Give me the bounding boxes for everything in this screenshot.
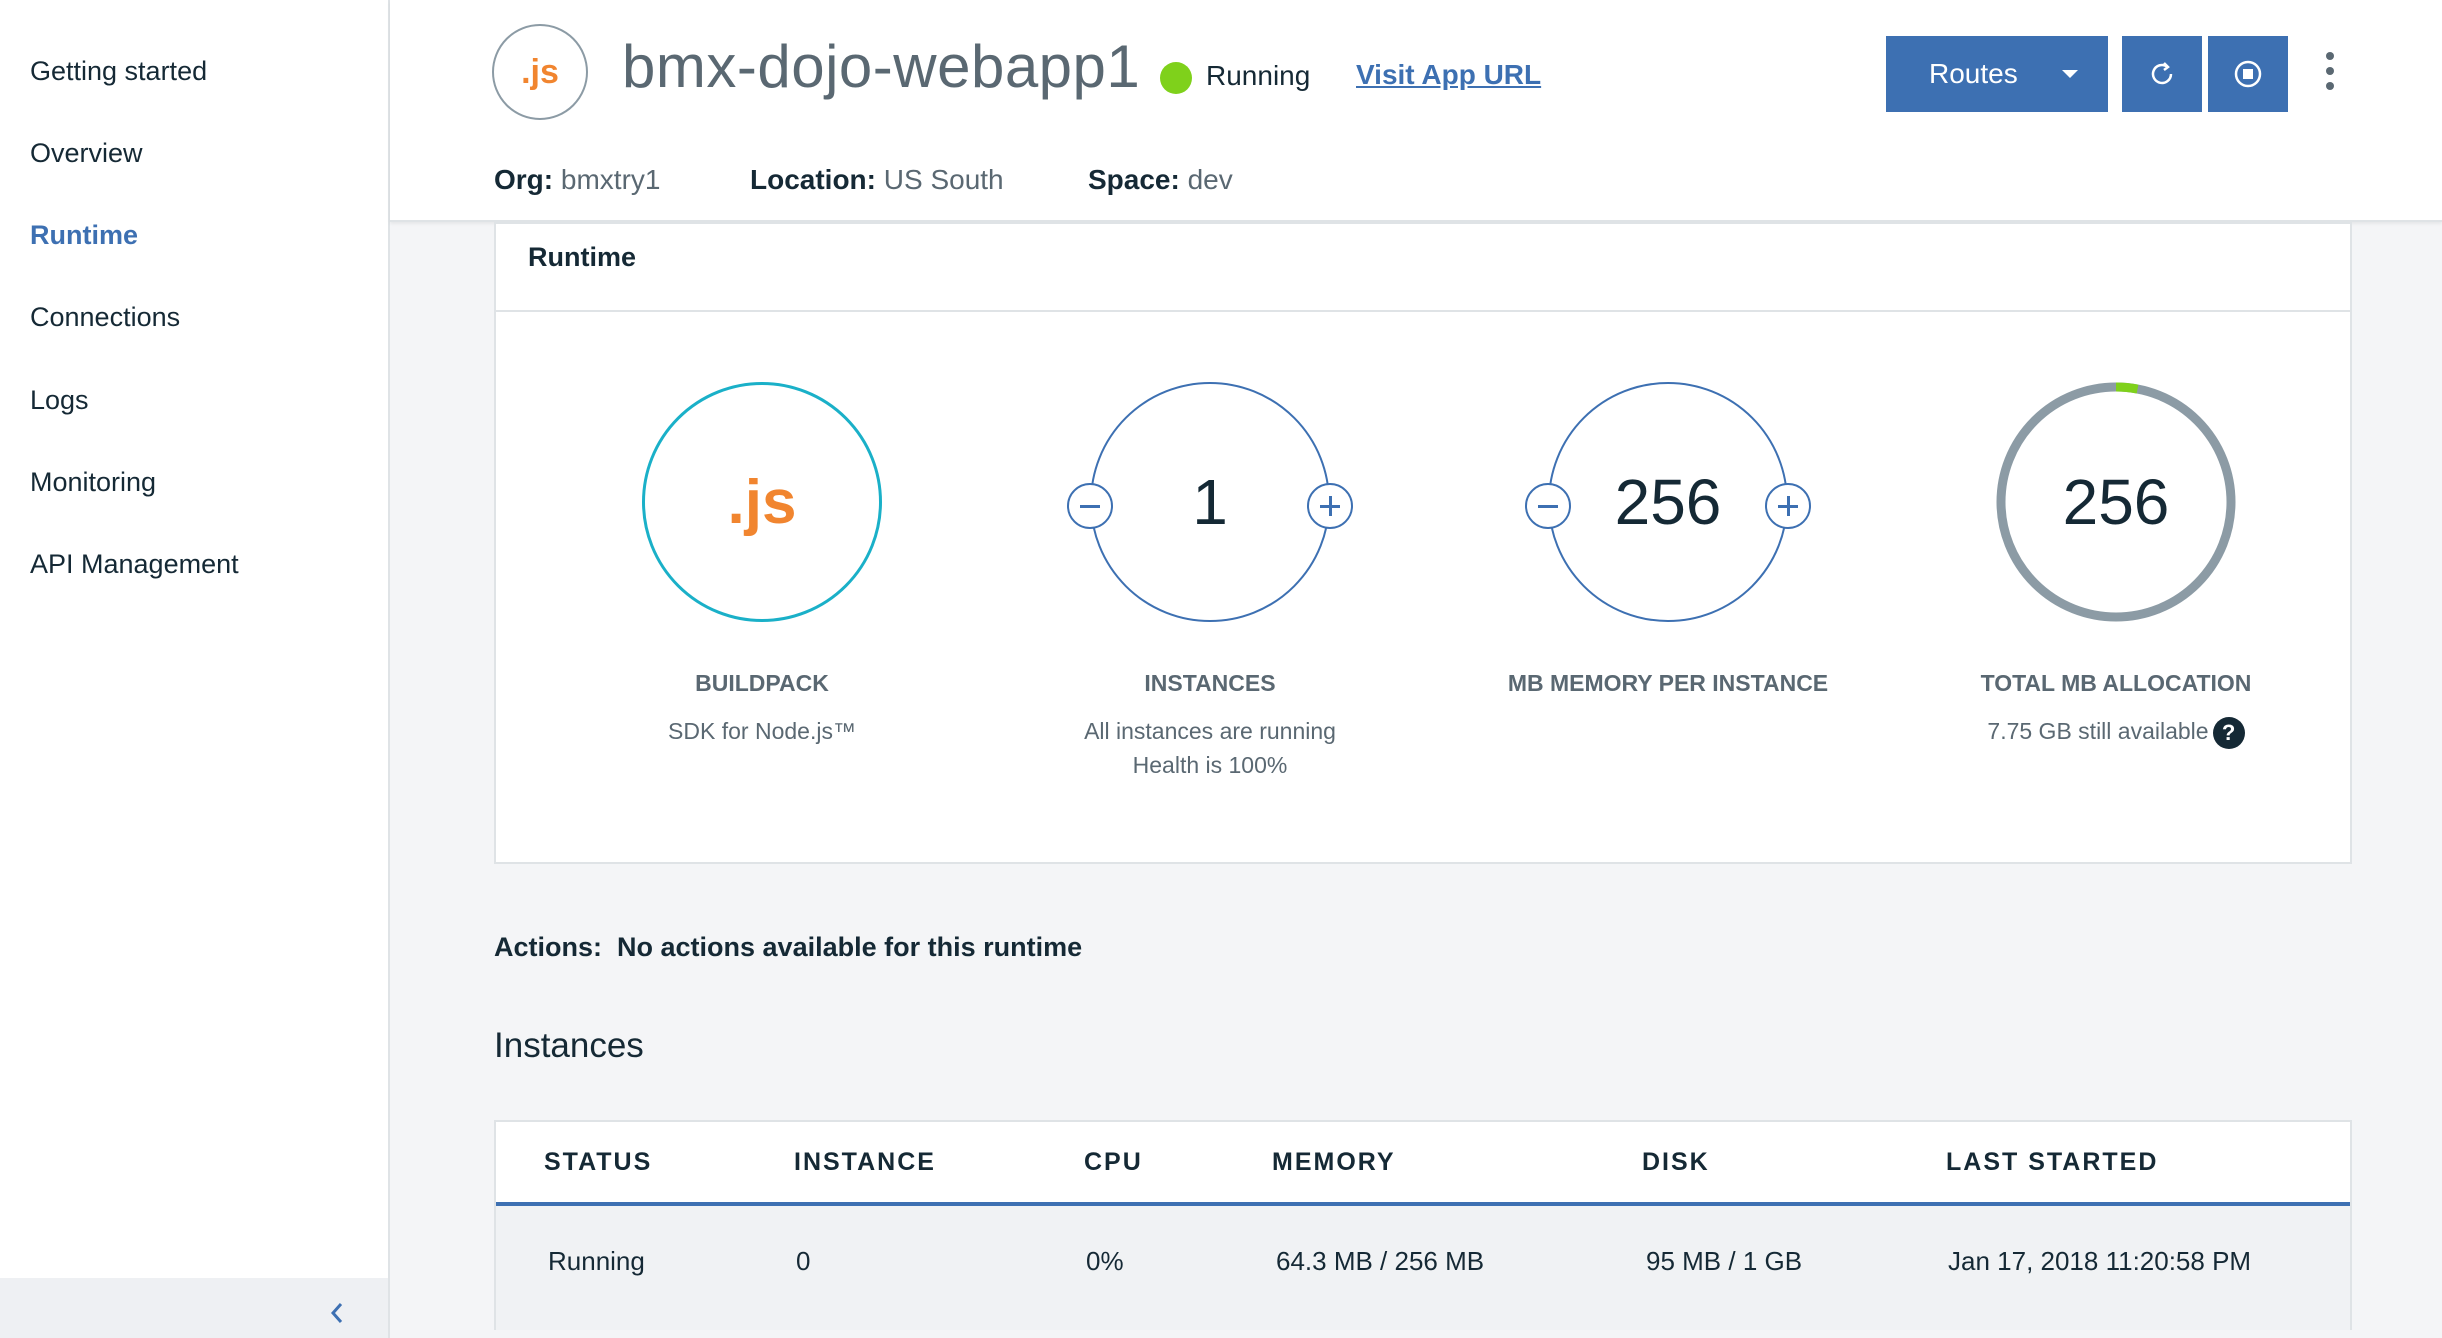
sidebar-item-runtime[interactable]: Runtime bbox=[30, 220, 138, 251]
status-indicator-icon bbox=[1160, 62, 1192, 94]
sidebar-item-monitoring[interactable]: Monitoring bbox=[30, 467, 156, 498]
location-info: Location: US South bbox=[750, 164, 1004, 196]
help-icon[interactable]: ? bbox=[2212, 716, 2245, 749]
overflow-menu-icon[interactable] bbox=[2318, 52, 2342, 102]
restart-icon bbox=[2151, 62, 2173, 85]
instances-health-text: Health is 100% bbox=[1132, 752, 1288, 778]
increase-memory-button[interactable] bbox=[1765, 483, 1811, 529]
sidebar-item-api-management[interactable]: API Management bbox=[30, 549, 239, 580]
space-label: Space: bbox=[1088, 164, 1180, 195]
memory-ring: 256 bbox=[1548, 382, 1788, 622]
instances-status: All instances are running Health is 100% bbox=[970, 714, 1450, 782]
actions-line: Actions: No actions available for this r… bbox=[494, 932, 1082, 963]
table-header: STATUS INSTANCE CPU MEMORY DISK LAST STA… bbox=[496, 1122, 2350, 1206]
stop-button[interactable] bbox=[2208, 36, 2288, 112]
nodejs-app-icon: .js bbox=[492, 24, 588, 120]
instances-running-text: All instances are running bbox=[1084, 718, 1336, 744]
runtime-card-title: Runtime bbox=[528, 242, 636, 272]
instances-ring: 1 bbox=[1090, 382, 1330, 622]
buildpack-value: SDK for Node.js™ bbox=[668, 718, 856, 744]
column-header-status[interactable]: STATUS bbox=[544, 1148, 652, 1177]
location-value: US South bbox=[883, 164, 1004, 195]
buildpack-label: BUILDPACK bbox=[695, 670, 829, 696]
column-header-memory[interactable]: MEMORY bbox=[1272, 1148, 1396, 1177]
instances-section-title: Instances bbox=[494, 1026, 644, 1065]
routes-button[interactable]: Routes bbox=[1886, 36, 2108, 112]
total-allocation-available: 7.75 GB still available? bbox=[1876, 714, 2356, 749]
sidebar-item-connections[interactable]: Connections bbox=[30, 302, 180, 333]
cell-status: Running bbox=[548, 1246, 645, 1276]
sidebar-item-getting-started[interactable]: Getting started bbox=[30, 56, 207, 87]
org-info: Org: bmxtry1 bbox=[494, 164, 660, 196]
status-text: Running bbox=[1206, 60, 1311, 91]
column-header-instance[interactable]: INSTANCE bbox=[794, 1148, 936, 1177]
actions-text: No actions available for this runtime bbox=[617, 932, 1083, 962]
cell-memory: 64.3 MB / 256 MB bbox=[1276, 1246, 1485, 1276]
chevron-left-icon[interactable] bbox=[322, 1298, 352, 1328]
column-header-last-started[interactable]: LAST STARTED bbox=[1946, 1148, 2158, 1177]
decrease-instances-button[interactable] bbox=[1067, 483, 1113, 529]
instances-value: 1 bbox=[1192, 466, 1228, 538]
total-allocation-label: TOTAL MB ALLOCATION bbox=[1980, 670, 2252, 696]
memory-label: MB MEMORY PER INSTANCE bbox=[1507, 670, 1829, 696]
visit-app-url-link[interactable]: Visit App URL bbox=[1356, 59, 1541, 91]
buildpack-ring: .js bbox=[642, 382, 882, 622]
total-allocation-value: 256 bbox=[2062, 466, 2170, 538]
instances-label: INSTANCES bbox=[1144, 670, 1276, 696]
instances-table: STATUS INSTANCE CPU MEMORY DISK LAST STA… bbox=[494, 1120, 2352, 1330]
location-label: Location: bbox=[750, 164, 876, 195]
sidebar-item-overview[interactable]: Overview bbox=[30, 138, 143, 169]
actions-label: Actions: bbox=[494, 932, 602, 962]
runtime-card-header: Runtime bbox=[496, 224, 2350, 312]
stop-icon bbox=[2234, 60, 2262, 88]
routes-button-label: Routes bbox=[1929, 58, 2018, 89]
cell-disk: 95 MB / 1 GB bbox=[1646, 1246, 1803, 1276]
caret-down-icon bbox=[2062, 70, 2078, 78]
app-header: .js bmx-dojo-webapp1 Running Visit App U… bbox=[390, 0, 2442, 222]
cell-instance: 0 bbox=[796, 1246, 811, 1276]
app-title: bmx-dojo-webapp1 bbox=[622, 33, 1141, 100]
runtime-card: Runtime .js BUILDPACK SDK for Node.js™ 1… bbox=[494, 222, 2352, 864]
space-info: Space: dev bbox=[1088, 164, 1233, 196]
restart-button[interactable] bbox=[2122, 36, 2202, 112]
available-text: 7.75 GB still available bbox=[1987, 718, 2209, 744]
sidebar-collapse-bar bbox=[0, 1278, 388, 1338]
total-allocation-center: 256 bbox=[1996, 382, 2236, 622]
memory-value: 256 bbox=[1614, 466, 1722, 538]
nodejs-icon: .js bbox=[727, 467, 797, 537]
org-label: Org: bbox=[494, 164, 554, 195]
org-value: bmxtry1 bbox=[560, 164, 661, 195]
sidebar: Getting started Overview Runtime Connect… bbox=[0, 0, 390, 1338]
sidebar-item-logs[interactable]: Logs bbox=[30, 385, 89, 416]
cell-cpu: 0% bbox=[1086, 1246, 1124, 1276]
column-header-cpu[interactable]: CPU bbox=[1084, 1148, 1143, 1177]
increase-instances-button[interactable] bbox=[1307, 483, 1353, 529]
space-value: dev bbox=[1187, 164, 1233, 195]
column-header-disk[interactable]: DISK bbox=[1642, 1148, 1710, 1177]
table-row[interactable]: Running 0 0% 64.3 MB / 256 MB 95 MB / 1 … bbox=[496, 1206, 2350, 1330]
decrease-memory-button[interactable] bbox=[1525, 483, 1571, 529]
cell-last-started: Jan 17, 2018 11:20:58 PM bbox=[1948, 1246, 2252, 1276]
